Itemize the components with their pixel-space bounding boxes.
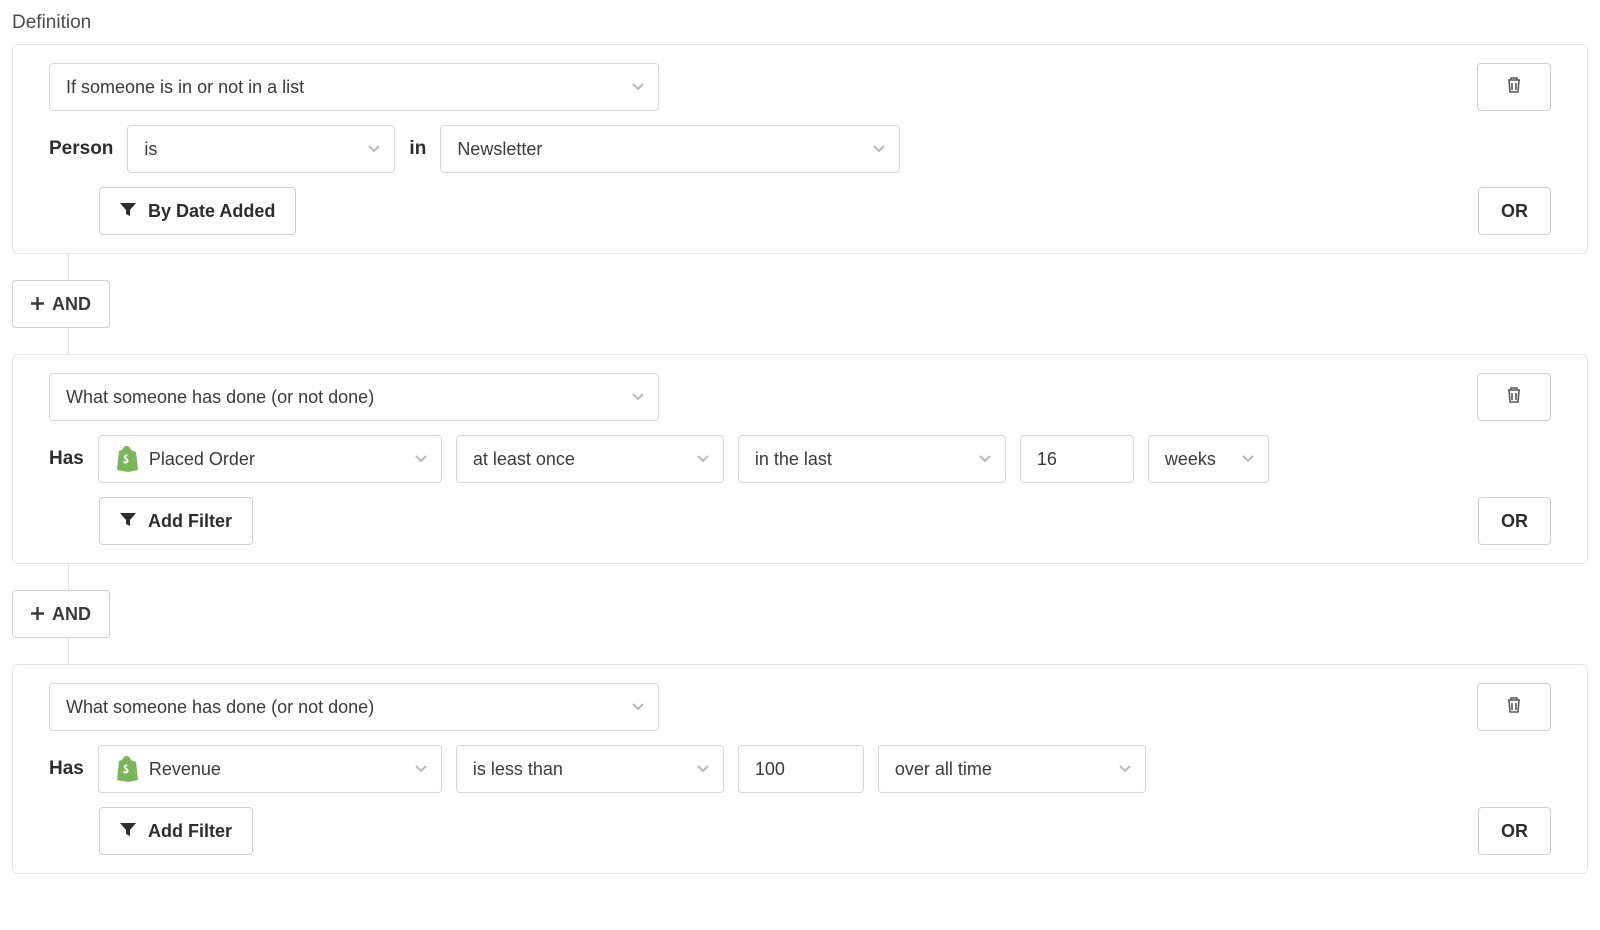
value-input[interactable]	[1020, 435, 1134, 483]
by-date-added-button[interactable]: By Date Added	[99, 187, 296, 235]
or-label: OR	[1501, 201, 1528, 222]
or-label: OR	[1501, 511, 1528, 532]
or-label: OR	[1501, 821, 1528, 842]
connector-line	[68, 638, 69, 664]
or-button[interactable]: OR	[1478, 807, 1551, 855]
person-label: Person	[49, 138, 113, 160]
in-label: in	[409, 138, 426, 160]
event-select[interactable]: Revenue	[98, 745, 442, 793]
frequency-value: at least once	[473, 449, 575, 470]
filter-button-label: By Date Added	[148, 201, 275, 222]
comparison-value: is less than	[473, 759, 563, 780]
operator-select[interactable]: is	[127, 125, 395, 173]
filter-icon	[120, 201, 136, 222]
event-select[interactable]: Placed Order	[98, 435, 442, 483]
filter-icon	[120, 511, 136, 532]
connector-line	[68, 254, 69, 280]
page-title: Definition	[12, 12, 1588, 34]
connector-line	[68, 564, 69, 590]
condition-type-value: If someone is in or not in a list	[66, 77, 304, 98]
range-select[interactable]: over all time	[878, 745, 1146, 793]
plus-icon	[31, 294, 44, 315]
and-label: AND	[52, 604, 91, 625]
condition-type-select[interactable]: What someone has done (or not done)	[49, 683, 659, 731]
operator-value: is	[144, 139, 157, 160]
add-filter-button[interactable]: Add Filter	[99, 807, 253, 855]
filter-button-label: Add Filter	[148, 511, 232, 532]
delete-button[interactable]	[1477, 683, 1551, 731]
plus-icon	[31, 604, 44, 625]
trash-icon	[1506, 76, 1522, 99]
condition-block-3: What someone has done (or not done) Has …	[12, 664, 1588, 874]
has-label: Has	[49, 448, 84, 470]
list-select[interactable]: Newsletter	[440, 125, 900, 173]
or-button[interactable]: OR	[1478, 187, 1551, 235]
chevron-down-icon	[1242, 455, 1254, 463]
chevron-down-icon	[415, 455, 427, 463]
filter-button-label: Add Filter	[148, 821, 232, 842]
chevron-down-icon	[632, 83, 644, 91]
condition-type-value: What someone has done (or not done)	[66, 387, 374, 408]
chevron-down-icon	[415, 765, 427, 773]
unit-select[interactable]: weeks	[1148, 435, 1269, 483]
condition-type-select[interactable]: What someone has done (or not done)	[49, 373, 659, 421]
chevron-down-icon	[368, 145, 380, 153]
condition-type-select[interactable]: If someone is in or not in a list	[49, 63, 659, 111]
chevron-down-icon	[697, 765, 709, 773]
condition-type-value: What someone has done (or not done)	[66, 697, 374, 718]
comparison-select[interactable]: is less than	[456, 745, 724, 793]
delete-button[interactable]	[1477, 373, 1551, 421]
condition-block-1: If someone is in or not in a list Person…	[12, 44, 1588, 254]
add-filter-button[interactable]: Add Filter	[99, 497, 253, 545]
value-input[interactable]	[738, 745, 864, 793]
chevron-down-icon	[979, 455, 991, 463]
chevron-down-icon	[873, 145, 885, 153]
range-value: over all time	[895, 759, 992, 780]
chevron-down-icon	[632, 703, 644, 711]
and-label: AND	[52, 294, 91, 315]
chevron-down-icon	[632, 393, 644, 401]
filter-icon	[120, 821, 136, 842]
unit-value: weeks	[1165, 449, 1216, 470]
list-value: Newsletter	[457, 139, 542, 160]
event-value: Placed Order	[149, 449, 255, 470]
has-label: Has	[49, 758, 84, 780]
condition-block-2: What someone has done (or not done) Has …	[12, 354, 1588, 564]
and-button[interactable]: AND	[12, 590, 110, 638]
shopify-icon	[115, 446, 139, 472]
trash-icon	[1506, 386, 1522, 409]
and-button[interactable]: AND	[12, 280, 110, 328]
timeframe-select[interactable]: in the last	[738, 435, 1006, 483]
delete-button[interactable]	[1477, 63, 1551, 111]
or-button[interactable]: OR	[1478, 497, 1551, 545]
trash-icon	[1506, 696, 1522, 719]
shopify-icon	[115, 756, 139, 782]
timeframe-value: in the last	[755, 449, 832, 470]
chevron-down-icon	[1119, 765, 1131, 773]
frequency-select[interactable]: at least once	[456, 435, 724, 483]
connector-line	[68, 328, 69, 354]
chevron-down-icon	[697, 455, 709, 463]
event-value: Revenue	[149, 759, 221, 780]
